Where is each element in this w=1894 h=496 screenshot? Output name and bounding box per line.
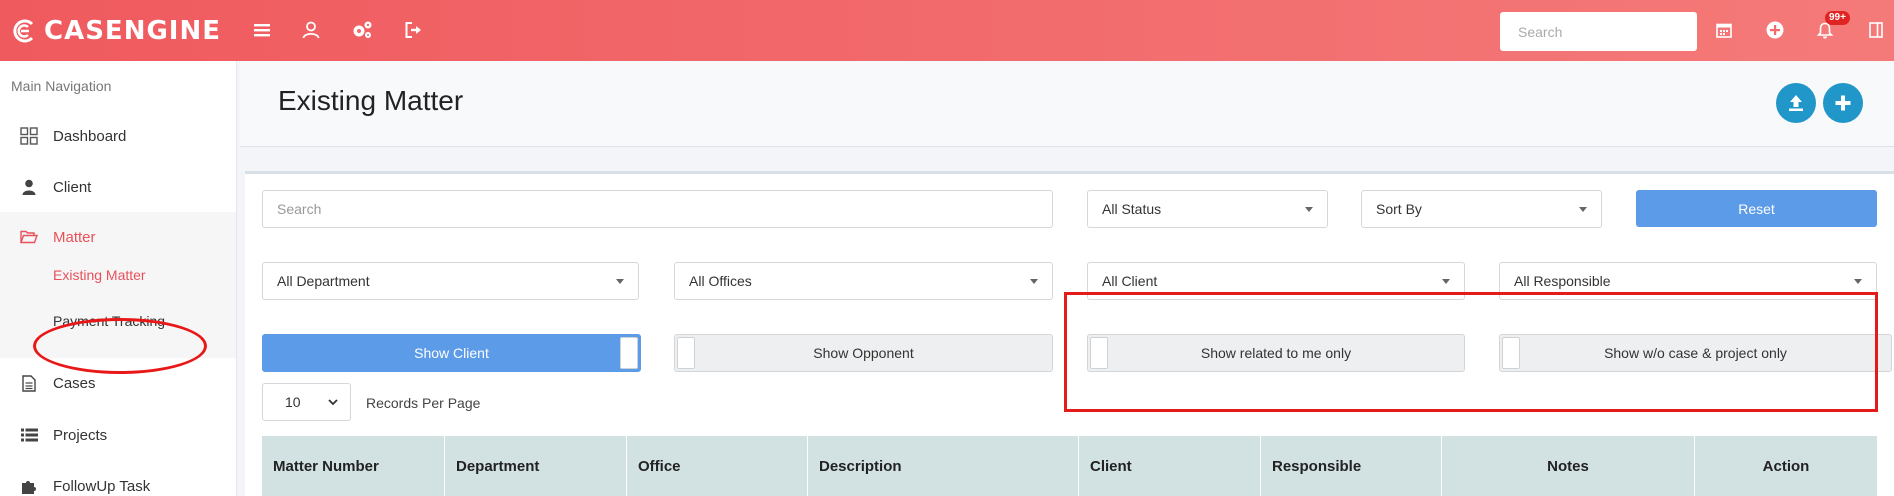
status-select-value: All Status [1102, 201, 1162, 217]
upload-icon [1789, 95, 1803, 111]
responsible-select-value: All Responsible [1514, 273, 1611, 289]
column-header[interactable]: Client [1079, 436, 1261, 496]
annotation-rectangle [1064, 292, 1878, 412]
sort-select-value: Sort By [1376, 201, 1422, 217]
sidebar-item-dashboard[interactable]: Dashboard [0, 111, 237, 161]
sidebar-item-followup-task[interactable]: FollowUp Task [0, 461, 237, 496]
sidebar-item-label: Client [53, 178, 92, 196]
annotation-oval [33, 318, 207, 374]
caret-down-icon [1442, 279, 1450, 284]
search-placeholder: Search [277, 201, 322, 217]
cogs-icon[interactable] [350, 18, 374, 42]
toggle-label: Show Client [414, 345, 489, 361]
offices-select-value: All Offices [689, 273, 752, 289]
sidebar-item-matter[interactable]: Matter [0, 212, 237, 262]
status-select[interactable]: All Status [1087, 190, 1328, 228]
department-select-value: All Department [277, 273, 370, 289]
show-client-toggle[interactable]: Show Client [262, 334, 641, 372]
caret-down-icon [1579, 207, 1587, 212]
reset-button[interactable]: Reset [1636, 190, 1877, 227]
casengine-logo-icon [12, 18, 38, 44]
column-header[interactable]: Responsible [1261, 436, 1442, 496]
folder-open-icon [19, 227, 39, 247]
sidebar-item-label: Projects [53, 426, 108, 444]
top-search-input[interactable] [1500, 12, 1697, 51]
caret-down-icon [616, 279, 624, 284]
column-header[interactable]: Office [627, 436, 808, 496]
puzzle-icon [19, 476, 39, 496]
dashboard-icon [19, 126, 39, 146]
add-matter-button[interactable] [1823, 83, 1863, 123]
caret-down-icon [1305, 207, 1313, 212]
sidebar-subitem-existing-matter[interactable]: Existing Matter [53, 267, 146, 283]
file-icon [19, 373, 39, 393]
sidebar: Main Navigation Dashboard Client Matter … [0, 61, 237, 496]
toggle-knob [620, 337, 638, 369]
per-page-value: 10 [285, 394, 301, 410]
list-icon [19, 425, 39, 445]
sign-out-icon[interactable] [402, 18, 426, 42]
records-per-page-label: Records Per Page [366, 395, 481, 411]
sidebar-item-label: Matter [53, 228, 96, 246]
column-header[interactable]: Notes [1442, 436, 1695, 496]
upload-button[interactable] [1776, 83, 1816, 123]
plus-circle-icon[interactable] [1763, 18, 1787, 42]
user-icon [19, 177, 39, 197]
sidebar-item-label: Cases [53, 374, 96, 392]
sidebar-item-label: FollowUp Task [53, 477, 151, 495]
toggle-label: Show Opponent [813, 345, 914, 361]
column-header[interactable]: Matter Number [262, 436, 445, 496]
caret-down-icon [1854, 279, 1862, 284]
column-header: Action [1762, 457, 1810, 475]
plus-icon [1835, 95, 1851, 111]
records-per-page-select[interactable]: 10 [262, 383, 351, 421]
sidebar-item-projects[interactable]: Projects [0, 410, 237, 460]
top-bar: CASENGINE 99+ [0, 0, 1894, 61]
matter-table-header: Matter Number Department Office Descript… [262, 436, 1877, 496]
offices-select[interactable]: All Offices [674, 262, 1053, 300]
matter-search-input[interactable]: Search [262, 190, 1053, 228]
menu-icon[interactable] [250, 18, 274, 42]
department-select[interactable]: All Department [262, 262, 639, 300]
column-header[interactable]: Description [808, 436, 1079, 496]
toggle-knob [677, 337, 695, 369]
nav-heading: Main Navigation [11, 78, 112, 94]
column-header[interactable]: Department [445, 436, 627, 496]
notification-badge: 99+ [1825, 11, 1850, 25]
logo-text: CASENGINE [44, 16, 221, 46]
user-icon[interactable] [299, 18, 323, 42]
sidebar-item-label: Dashboard [53, 127, 127, 145]
sidebar-toggle-icon[interactable] [1864, 18, 1888, 42]
chevron-down-icon [328, 399, 338, 406]
sidebar-item-client[interactable]: Client [0, 162, 237, 212]
show-opponent-toggle[interactable]: Show Opponent [674, 334, 1053, 372]
client-select-value: All Client [1102, 273, 1158, 289]
caret-down-icon [1030, 279, 1038, 284]
calendar-icon[interactable] [1712, 18, 1736, 42]
sort-select[interactable]: Sort By [1361, 190, 1602, 228]
page-title: Existing Matter [278, 85, 464, 116]
app-logo[interactable]: CASENGINE [12, 14, 221, 48]
page-header: Existing Matter [240, 61, 1894, 147]
